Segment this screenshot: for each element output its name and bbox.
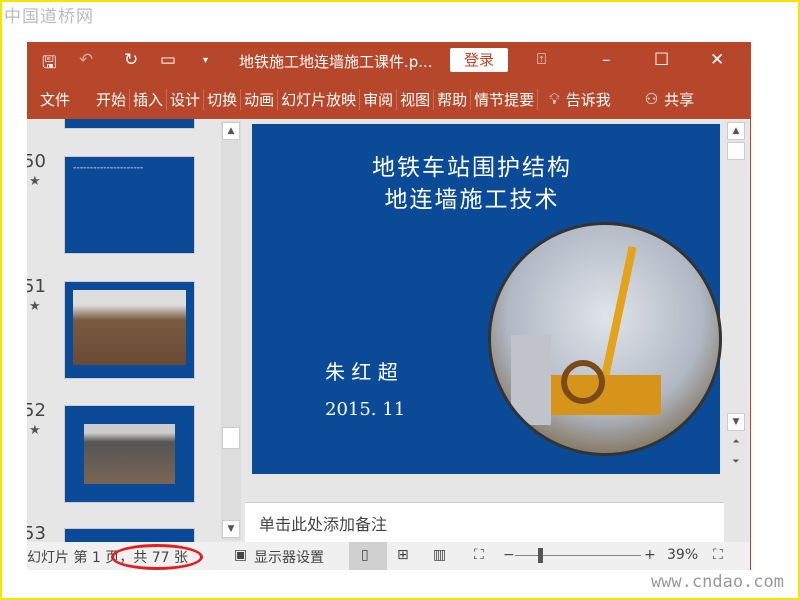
tab-help[interactable]: 帮助	[434, 88, 472, 110]
share-icon[interactable]: ⚇	[642, 90, 661, 108]
zoom-slider-thumb[interactable]	[537, 548, 543, 563]
display-settings-button[interactable]: 显示器设置	[254, 547, 324, 567]
notes-placeholder: 单击此处添加备注	[259, 515, 388, 534]
zoom-out-button[interactable]: −	[503, 547, 515, 563]
tab-review[interactable]: 审阅	[360, 88, 398, 110]
slide-number: 53	[27, 523, 46, 542]
scroll-down-button[interactable]: ▼	[222, 520, 240, 538]
undo-icon[interactable]: ↶	[79, 50, 93, 70]
animation-star-icon: ★	[29, 174, 41, 189]
tab-storyboard[interactable]: 情节提要	[471, 88, 539, 110]
annotation-circle	[111, 544, 203, 570]
slide-thumbnail[interactable]	[64, 281, 195, 379]
slide-scrollbar[interactable]	[726, 121, 746, 540]
zoom-in-button[interactable]: +	[644, 547, 656, 563]
slide-sorter-icon[interactable]: ⊞	[397, 547, 409, 563]
close-icon[interactable]: ✕	[710, 50, 724, 70]
notes-pane[interactable]: 单击此处添加备注	[245, 502, 724, 542]
fit-to-window-icon[interactable]: ⛶	[713, 547, 723, 563]
zoom-slider[interactable]	[515, 555, 641, 556]
powerpoint-window: 🖫 ↶ ↻ ▭ ▾ 地铁施工地连墙施工课件.p... 登录 ⍐ – ☐ ✕ 文件…	[27, 42, 751, 570]
tab-design[interactable]: 设计	[167, 88, 205, 110]
tab-animations[interactable]: 动画	[241, 88, 279, 110]
slide-number: 51	[27, 276, 46, 297]
tab-transitions[interactable]: 切换	[204, 88, 242, 110]
ribbon-display-icon[interactable]: ⍐	[537, 50, 546, 68]
display-settings-icon[interactable]: ▣	[234, 547, 247, 563]
site-photo	[84, 424, 175, 484]
scroll-thumb[interactable]	[222, 427, 240, 449]
thumbnail-scrollbar[interactable]	[221, 121, 241, 540]
normal-view-button[interactable]: ▯	[349, 542, 387, 570]
redo-icon[interactable]: ↻	[124, 50, 138, 70]
tab-view[interactable]: 视图	[397, 88, 435, 110]
slide-thumbnail[interactable]	[64, 405, 195, 503]
scroll-up-button[interactable]: ▲	[222, 122, 240, 140]
crane-photo	[488, 222, 722, 456]
maximize-icon[interactable]: ☐	[654, 50, 669, 70]
save-icon[interactable]: 🖫	[42, 50, 56, 79]
scroll-down-button[interactable]: ▼	[727, 413, 745, 431]
slide-canvas[interactable]: 地铁车站围护结构 地连墙施工技术 朱 红 超 2015. 11	[252, 124, 722, 474]
next-slide-button[interactable]: ⏷	[727, 454, 745, 472]
site-photo	[73, 290, 186, 365]
customize-dropdown-icon[interactable]: ▾	[203, 55, 208, 66]
animation-star-icon: ★	[29, 423, 41, 438]
slide-title-line2: 地连墙施工技术	[384, 187, 560, 213]
document-title: 地铁施工地连墙施工课件.p...	[239, 53, 433, 71]
tab-file[interactable]: 文件	[37, 89, 73, 110]
slide-number: 52	[27, 400, 46, 421]
ribbon-tabs: 文件 开始 插入 设计 切换 动画 幻灯片放映 审阅 视图 帮助 情节提要 💡︎…	[27, 79, 750, 119]
minimize-icon[interactable]: –	[602, 50, 611, 70]
previous-slide-button[interactable]: ⏶	[727, 434, 745, 452]
slide-thumbnail[interactable]	[64, 528, 195, 542]
tab-insert[interactable]: 插入	[130, 88, 168, 110]
status-bar: 幻灯片 第 1 页，共 77 张 ▣ 显示器设置 ▯ ⊞ ▥ ⛶ − + 39%…	[27, 542, 750, 570]
thumbnail-pane: 50 ★ ≡≡≡≡≡≡≡≡≡≡≡≡≡≡≡≡≡≡≡≡≡ 51 ★ 52 ★ 53	[27, 119, 245, 542]
slide-author: 朱 红 超	[325, 360, 398, 384]
slide-date: 2015. 11	[325, 399, 406, 420]
lightbulb-icon: 💡︎	[549, 90, 560, 108]
presenter-icon[interactable]: ⛶	[474, 547, 484, 563]
login-button[interactable]: 登录	[450, 48, 508, 72]
reading-view-icon[interactable]: ▥	[433, 547, 446, 563]
zoom-level[interactable]: 39%	[667, 547, 698, 563]
watermark-url: www.cndao.com	[650, 572, 784, 592]
tell-me[interactable]: 告诉我	[563, 89, 614, 110]
scroll-thumb[interactable]	[727, 142, 745, 160]
scroll-up-button[interactable]: ▲	[727, 122, 745, 140]
slide-thumbnail[interactable]: ≡≡≡≡≡≡≡≡≡≡≡≡≡≡≡≡≡≡≡≡≡	[64, 156, 195, 254]
slide-number: 50	[27, 151, 46, 172]
watermark-logo: 中国道桥网	[4, 7, 94, 27]
animation-star-icon: ★	[29, 299, 41, 314]
slideshow-icon[interactable]: ▭	[160, 50, 176, 70]
normal-view-icon: ▯	[361, 547, 369, 563]
tab-slideshow[interactable]: 幻灯片放映	[278, 88, 361, 110]
tab-home[interactable]: 开始	[93, 88, 131, 110]
slide-title-line1: 地铁车站围护结构	[372, 155, 572, 181]
slide-thumbnail[interactable]	[64, 119, 195, 129]
title-bar: 🖫 ↶ ↻ ▭ ▾ 地铁施工地连墙施工课件.p... 登录 ⍐ – ☐ ✕	[27, 42, 750, 79]
share-button[interactable]: 共享	[661, 89, 697, 110]
